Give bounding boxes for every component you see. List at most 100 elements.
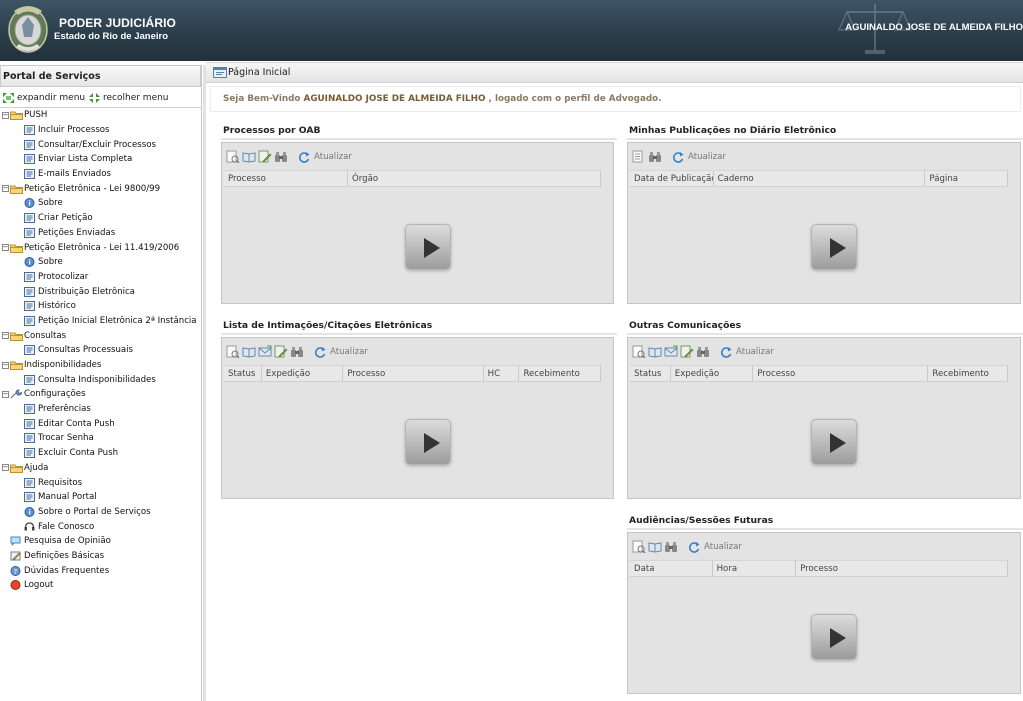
menu-item[interactable]: Requisitos [0, 475, 200, 490]
menu-group-label: Configurações [24, 389, 86, 400]
document-icon [24, 374, 35, 385]
document-icon [24, 433, 35, 444]
menu-group[interactable]: − Petição Eletrônica - Lei 9800/99 [0, 181, 200, 196]
menu-item[interactable]: Histórico [0, 299, 200, 314]
column-header[interactable]: Processo [343, 366, 484, 381]
menu-root-item[interactable]: ? Dúvidas Frequentes [0, 563, 200, 578]
column-header[interactable]: Hora [713, 561, 797, 576]
collapse-menu-button[interactable]: recolher menu [88, 92, 169, 104]
binoculars-icon[interactable] [696, 345, 710, 358]
column-header[interactable]: Expedição [262, 366, 344, 381]
menu-item[interactable]: Excluir Conta Push [0, 446, 200, 461]
menu-item[interactable]: Trocar Senha [0, 431, 200, 446]
column-header[interactable]: Processo [224, 171, 348, 186]
send-mail-icon[interactable] [664, 345, 678, 358]
open-book-icon[interactable] [242, 345, 256, 358]
menu-group[interactable]: − Configurações [0, 387, 200, 402]
find-document-icon[interactable] [632, 540, 646, 553]
menu-root-item[interactable]: Definições Básicas [0, 549, 200, 564]
menu-item[interactable]: Sobre [0, 255, 200, 270]
open-book-icon[interactable] [648, 540, 662, 553]
menu-item[interactable]: Criar Petição [0, 211, 200, 226]
load-play-button[interactable] [811, 614, 857, 660]
menu-item-label: Definições Básicas [24, 550, 105, 561]
column-header[interactable]: Expedição [671, 366, 754, 381]
menu-item[interactable]: Incluir Processos [0, 123, 200, 138]
column-header[interactable]: Data de Publicação [630, 171, 714, 186]
menu-group[interactable]: − Petição Eletrônica - Lei 11.419/2006 [0, 240, 200, 255]
collapse-toggle-icon[interactable]: − [2, 185, 9, 193]
open-book-icon[interactable] [648, 345, 662, 358]
refresh-button[interactable]: Atualizar [720, 346, 774, 358]
menu-item[interactable]: Consultar/Excluir Processos [0, 137, 200, 152]
menu-group[interactable]: − Indisponibilidades [0, 358, 200, 373]
column-header[interactable]: Data [630, 561, 713, 576]
load-play-button[interactable] [811, 224, 857, 270]
refresh-icon [314, 346, 326, 358]
refresh-button[interactable]: Atualizar [672, 151, 726, 163]
menu-item[interactable]: Distribuição Eletrônica [0, 284, 200, 299]
collapse-toggle-icon[interactable]: − [2, 390, 9, 398]
menu-item[interactable]: Petição Inicial Eletrônica 2ª Instância [0, 314, 200, 329]
menu-item[interactable]: Protocolizar [0, 270, 200, 285]
edit-document-icon[interactable] [258, 150, 272, 163]
column-header[interactable]: Página [925, 171, 1008, 186]
sidebar-splitter[interactable] [203, 65, 206, 701]
column-header[interactable]: Recebimento [519, 366, 601, 381]
column-header[interactable]: Status [630, 366, 671, 381]
menu-item[interactable]: Manual Portal [0, 490, 200, 505]
collapse-toggle-icon[interactable]: − [2, 464, 9, 472]
menu-item[interactable]: Sobre o Portal de Serviços [0, 505, 200, 520]
menu-item[interactable]: Preferências [0, 402, 200, 417]
find-document-icon[interactable] [226, 150, 240, 163]
document-icon [24, 477, 35, 488]
menu-item[interactable]: Enviar Lista Completa [0, 152, 200, 167]
menu-group[interactable]: − Ajuda [0, 461, 200, 476]
edit-document-icon[interactable] [680, 345, 694, 358]
binoculars-icon[interactable] [648, 150, 662, 163]
collapse-toggle-icon[interactable]: − [2, 332, 9, 340]
menu-item-label: Sobre o Portal de Serviços [38, 506, 151, 517]
menu-root-item[interactable]: Logout [0, 578, 200, 593]
collapse-toggle-icon[interactable]: − [2, 111, 9, 119]
send-mail-icon[interactable] [258, 345, 272, 358]
expand-menu-button[interactable]: expandir menu [2, 92, 85, 104]
menu-item[interactable]: Sobre [0, 196, 200, 211]
collapse-toggle-icon[interactable]: − [2, 244, 9, 252]
column-header[interactable]: Caderno [714, 171, 926, 186]
menu-item[interactable]: Editar Conta Push [0, 416, 200, 431]
menu-item[interactable]: Petições Enviadas [0, 226, 200, 241]
binoculars-icon[interactable] [290, 345, 304, 358]
edit-document-icon[interactable] [274, 345, 288, 358]
load-play-button[interactable] [404, 419, 451, 465]
menu-group[interactable]: − PUSH [0, 108, 200, 123]
list-document-icon[interactable] [632, 150, 646, 163]
column-header[interactable]: Status [224, 366, 262, 381]
column-header[interactable]: HC [484, 366, 520, 381]
folder-open-icon [10, 244, 23, 253]
binoculars-icon[interactable] [274, 150, 288, 163]
load-play-button[interactable] [811, 419, 857, 465]
menu-item[interactable]: E-mails Enviados [0, 167, 200, 182]
headset-icon [24, 521, 35, 531]
menu-item[interactable]: Consulta Indisponibilidades [0, 372, 200, 387]
menu-item[interactable]: Fale Conosco [0, 519, 200, 534]
binoculars-icon[interactable] [664, 540, 678, 553]
find-document-icon[interactable] [632, 345, 646, 358]
load-play-button[interactable] [404, 224, 451, 270]
column-header[interactable]: Órgão [348, 171, 601, 186]
refresh-button[interactable]: Atualizar [314, 346, 368, 358]
column-header[interactable]: Processo [753, 366, 929, 381]
menu-group[interactable]: − Consultas [0, 328, 200, 343]
panel-comunicacoes: Atualizar Status Expedição Processo Recebime… [627, 337, 1021, 499]
refresh-button[interactable]: Atualizar [298, 151, 352, 163]
open-book-icon[interactable] [242, 150, 256, 163]
find-document-icon[interactable] [226, 345, 240, 358]
document-icon [24, 301, 35, 312]
menu-root-item[interactable]: Pesquisa de Opinião [0, 534, 200, 549]
column-header[interactable]: Processo [796, 561, 1008, 576]
refresh-button[interactable]: Atualizar [688, 541, 742, 553]
collapse-toggle-icon[interactable]: − [2, 361, 9, 369]
menu-item[interactable]: Consultas Processuais [0, 343, 200, 358]
column-header[interactable]: Recebimento [928, 366, 1008, 381]
